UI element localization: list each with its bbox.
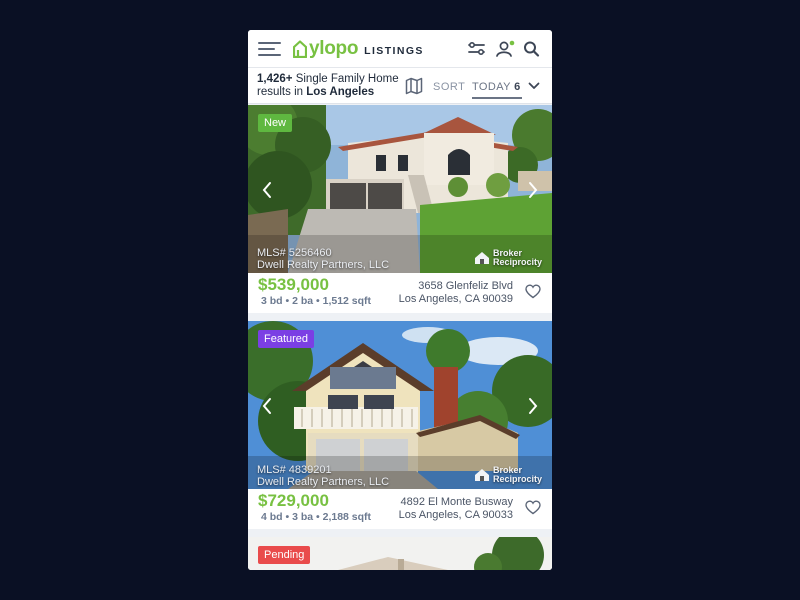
chevron-down-icon[interactable] bbox=[528, 81, 540, 91]
user-icon[interactable] bbox=[495, 40, 515, 58]
listing-specs: 3 bd • 2 ba • 1,512 sqft bbox=[261, 295, 372, 307]
listing-card[interactable]: New MLS# 5256460 Dwell Realty Partners, … bbox=[248, 105, 552, 313]
listing-price: $729,000 bbox=[258, 491, 329, 510]
address-city: Los Angeles, CA 90033 bbox=[398, 509, 513, 521]
mls-number: MLS# 5256460 bbox=[257, 247, 332, 259]
listing-specs: 4 bd • 3 ba • 2,188 sqft bbox=[261, 511, 372, 523]
logo[interactable]: ylopo LISTINGS bbox=[293, 38, 424, 59]
listing-badge: Pending bbox=[258, 546, 311, 564]
mls-info: MLS# 5256460 Dwell Realty Partners, LLC bbox=[257, 247, 389, 271]
filter-icon[interactable] bbox=[467, 40, 487, 58]
listing-badge: Featured bbox=[258, 330, 315, 348]
chevron-right-icon[interactable] bbox=[526, 181, 540, 199]
broker-reciprocity-logo: Broker Reciprocity bbox=[474, 249, 542, 267]
broker-name: Dwell Realty Partners, LLC bbox=[257, 259, 390, 271]
logo-text: ylopo bbox=[309, 38, 359, 59]
map-icon[interactable] bbox=[405, 77, 423, 95]
results-prefix: results in bbox=[257, 86, 307, 98]
listing-info: $539,000 3 bd • 2 ba • 1,512 sqft 3658 G… bbox=[248, 273, 552, 313]
top-bar: ylopo LISTINGS bbox=[248, 30, 552, 68]
search-icon[interactable] bbox=[522, 40, 542, 58]
results-city: Los Angeles bbox=[306, 86, 375, 98]
chevron-left-icon[interactable] bbox=[260, 397, 274, 415]
listing-price: $539,000 bbox=[258, 275, 329, 294]
house-logo-icon bbox=[293, 40, 307, 58]
today-label: TODAY bbox=[472, 81, 511, 93]
house-icon bbox=[474, 469, 489, 481]
listing-address: 4892 El Monte Busway Los Angeles, CA 900… bbox=[399, 496, 513, 522]
app-screen: ylopo LISTINGS 1,426+ Single Family Home… bbox=[248, 30, 552, 570]
broker-logo-line2: Reciprocity bbox=[492, 257, 542, 267]
listing-card[interactable]: Featured MLS# 4839201 Dwell Realty Partn… bbox=[248, 321, 552, 529]
logo-subtitle: LISTINGS bbox=[364, 44, 424, 57]
listing-address: 3658 Glenfeliz Blvd Los Angeles, CA 9003… bbox=[399, 280, 513, 306]
favorite-heart-icon[interactable] bbox=[525, 284, 541, 299]
listing-info: $729,000 4 bd • 3 ba • 2,188 sqft 4892 E… bbox=[248, 489, 552, 529]
menu-icon[interactable] bbox=[258, 42, 281, 57]
mls-info: MLS# 4839201 Dwell Realty Partners, LLC bbox=[257, 464, 389, 488]
sort-button[interactable]: SORT bbox=[433, 81, 465, 93]
today-underline bbox=[472, 97, 522, 99]
address-street: 3658 Glenfeliz Blvd bbox=[418, 280, 513, 292]
listing-photo[interactable]: New MLS# 5256460 Dwell Realty Partners, … bbox=[248, 105, 552, 273]
results-type: Single Family Home bbox=[292, 73, 399, 85]
results-count: 1,426+ bbox=[257, 73, 293, 85]
address-city: Los Angeles, CA 90039 bbox=[398, 293, 513, 305]
today-count: 6 bbox=[514, 81, 521, 93]
mls-number: MLS# 4839201 bbox=[257, 464, 332, 476]
favorite-heart-icon[interactable] bbox=[525, 500, 541, 515]
broker-logo-line2: Reciprocity bbox=[492, 474, 542, 484]
results-bar: 1,426+ Single Family Home results in Los… bbox=[248, 68, 552, 104]
chevron-right-icon[interactable] bbox=[526, 397, 540, 415]
chevron-left-icon[interactable] bbox=[260, 181, 274, 199]
listing-photo[interactable]: Pending bbox=[248, 537, 552, 570]
house-icon bbox=[474, 252, 489, 264]
results-summary: 1,426+ Single Family Home results in Los… bbox=[257, 73, 407, 99]
listing-badge: New bbox=[258, 114, 293, 132]
broker-reciprocity-logo: Broker Reciprocity bbox=[474, 466, 542, 484]
listing-photo[interactable]: Featured MLS# 4839201 Dwell Realty Partn… bbox=[248, 321, 552, 489]
today-tab[interactable]: TODAY 6 bbox=[472, 81, 521, 93]
address-street: 4892 El Monte Busway bbox=[400, 496, 513, 508]
broker-name: Dwell Realty Partners, LLC bbox=[257, 476, 390, 488]
listing-card[interactable]: Pending bbox=[248, 537, 552, 570]
